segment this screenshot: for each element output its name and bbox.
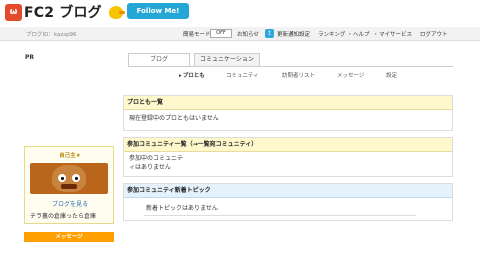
separator: ・ — [373, 32, 379, 38]
my-service-link[interactable]: マイサービス — [379, 30, 412, 38]
profile-description: チラ裏の倉庫ったら倉庫 — [30, 213, 97, 220]
easy-mode-toggle[interactable]: OFF — [210, 29, 232, 38]
logout-link[interactable]: ログアウト — [420, 30, 448, 38]
profile-title: 自己主★ — [59, 153, 81, 159]
profile-card: 自己主★ ブログを見る チラ裏の倉庫ったら倉庫 — [24, 146, 114, 224]
community-empty-line: ィはありません — [129, 164, 171, 171]
follow-me-button[interactable]: Follow Me! — [127, 3, 189, 19]
avatar-mouth — [61, 184, 77, 189]
ranking-link[interactable]: ランキング — [318, 30, 345, 38]
tab-communication[interactable]: コミュニケーション — [194, 53, 260, 66]
tab-divider — [128, 66, 453, 67]
view-blog-link[interactable]: ブログを見る — [25, 199, 115, 208]
duck-icon — [109, 6, 125, 19]
site-header: ω FC2 ブログ Follow Me! — [0, 0, 480, 27]
avatar-eye — [72, 174, 80, 182]
avatar[interactable] — [30, 163, 108, 194]
protomo-panel-title: プロとも一覧 — [124, 96, 452, 110]
topics-divider — [144, 215, 416, 216]
community-panel-title[interactable]: 参加コミュニティ一覧（→一覧宛コミュニティ） — [124, 138, 452, 152]
avatar-eye — [58, 174, 66, 182]
subnav-community[interactable]: コミュニティ — [226, 71, 259, 79]
topics-panel-title: 参加コミュニティ新着トピック — [124, 184, 452, 198]
tab-blog[interactable]: ブログ — [128, 53, 190, 66]
separator: ・ — [347, 32, 353, 38]
avatar-face — [52, 165, 86, 192]
community-empty-text: 参加中のコミュニテ ィはありません — [124, 152, 452, 177]
fc2-logo-icon[interactable]: ω — [5, 4, 22, 21]
blog-id: ブログID：kazsp96 — [26, 32, 77, 38]
account-bar: ブログID：kazsp96 簡易モード： OFF お知らせ t 更新通知設定 ラ… — [0, 27, 480, 41]
subnav-visitors[interactable]: 訪問者リスト — [282, 71, 315, 79]
community-panel: 参加コミュニティ一覧（→一覧宛コミュニティ） 参加中のコミュニテ ィはありません — [123, 137, 453, 177]
twitter-icon[interactable]: t — [265, 29, 274, 38]
update-notice-link[interactable]: 更新通知設定 — [277, 30, 310, 38]
notice-link[interactable]: お知らせ — [237, 30, 259, 38]
subnav-settings[interactable]: 設定 — [386, 71, 397, 79]
topics-panel: 参加コミュニティ新着トピック 新着トピックはありません — [123, 183, 453, 221]
logo-text[interactable]: FC2 ブログ — [24, 5, 102, 21]
help-link[interactable]: ヘルプ — [353, 30, 370, 38]
pr-label: PR — [25, 54, 35, 61]
protomo-panel: プロとも一覧 現在登録中のプロともはいません — [123, 95, 453, 131]
subnav-protomo[interactable]: プロとも — [179, 71, 205, 79]
protomo-empty-text: 現在登録中のプロともはいません — [129, 115, 219, 122]
subnav-messages[interactable]: メッセージ — [337, 71, 364, 79]
message-button[interactable]: メッセージ — [24, 232, 114, 242]
